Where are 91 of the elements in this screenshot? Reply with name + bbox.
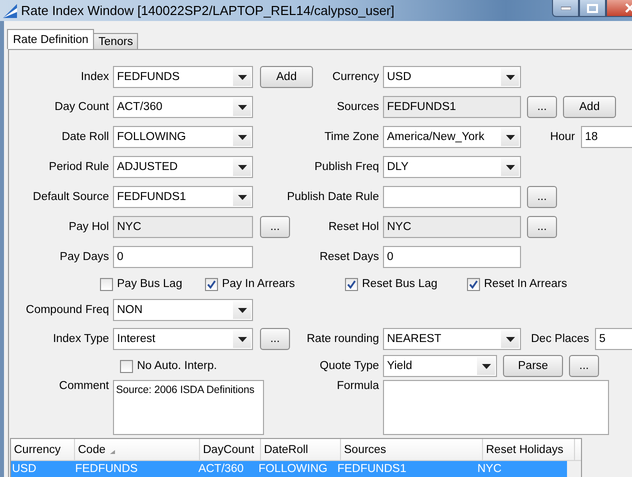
column-header[interactable]: Currency — [11, 439, 75, 460]
tab[interactable]: Rate Definition — [7, 29, 94, 49]
field-label: Period Rule — [48, 161, 109, 173]
dropdown[interactable]: Interest — [113, 328, 253, 350]
field-label: Dec Places — [531, 333, 590, 345]
field-label: Hour — [550, 131, 575, 143]
minimize-button[interactable] — [552, 0, 579, 17]
field-label: Rate rounding — [306, 333, 379, 345]
dropdown-arrow-icon — [238, 164, 246, 170]
field-label: Currency — [332, 71, 379, 83]
field-label: Formula — [336, 380, 379, 392]
dropdown-arrow-icon — [506, 336, 514, 342]
checkbox[interactable]: Reset Bus Lag — [345, 278, 467, 290]
check-icon — [347, 280, 356, 288]
field-label: Compound Freq — [26, 304, 109, 316]
browse-button[interactable]: ... — [260, 328, 290, 350]
browse-button[interactable]: ... — [260, 216, 290, 238]
input-field[interactable]: 18 — [581, 126, 632, 148]
checkbox[interactable]: Pay Bus Lag — [100, 278, 205, 290]
table-cell-text: ACT/360 — [197, 462, 245, 477]
browse-button[interactable]: ... — [527, 216, 557, 238]
input-field[interactable]: 0 — [383, 246, 521, 268]
maximize-button[interactable] — [579, 0, 606, 17]
app-icon — [3, 4, 17, 18]
input-field[interactable]: 0 — [113, 246, 253, 268]
field-label: Sources — [336, 101, 379, 113]
field-label: Index — [80, 71, 109, 83]
action-button[interactable]: Parse — [503, 355, 564, 377]
column-header[interactable]: Sources — [341, 439, 483, 460]
column-header[interactable]: Reset Holidays — [483, 439, 575, 460]
input-field[interactable]: 5 — [595, 328, 632, 350]
table-cell-text: NYC — [476, 462, 503, 477]
field-label: Publish Freq — [314, 161, 379, 173]
field-label: Comment — [59, 380, 109, 392]
window-title: Rate Index Window [140022SP2/LAPTOP_REL14/calypso_user] — [21, 3, 394, 18]
field-label: Quote Type — [320, 360, 379, 372]
dropdown[interactable]: Yield — [383, 355, 497, 377]
dropdown[interactable]: ACT/360 — [113, 96, 253, 118]
dropdown[interactable]: DLY — [383, 156, 521, 178]
field-label: Date Roll — [62, 131, 109, 143]
dropdown-arrow-icon — [506, 134, 514, 140]
dropdown[interactable]: ADJUSTED — [113, 156, 253, 178]
browse-button[interactable]: ... — [569, 355, 600, 377]
dropdown-arrow-icon — [238, 336, 246, 342]
input-field[interactable] — [383, 186, 521, 208]
dropdown[interactable]: NEAREST — [383, 328, 521, 350]
dropdown-arrow-icon — [238, 104, 246, 110]
sort-icon — [110, 450, 114, 454]
field-label: Reset Hol — [328, 221, 379, 233]
action-button[interactable]: Add — [563, 96, 616, 118]
field-label: Time Zone — [324, 131, 379, 143]
check-icon — [469, 280, 478, 288]
dropdown-arrow-icon — [238, 194, 246, 200]
column-header[interactable]: DateRoll — [261, 439, 341, 460]
dropdown[interactable]: USD — [383, 66, 521, 88]
table-cell-text: FOLLOWING — [257, 462, 328, 477]
dropdown-arrow-icon — [506, 164, 514, 170]
table-cell-text: FEDFUNDS1 — [336, 462, 408, 477]
checkbox[interactable]: No Auto. Interp. — [120, 360, 217, 372]
dropdown-arrow-icon — [238, 308, 246, 312]
dropdown[interactable]: FEDFUNDS — [113, 66, 253, 88]
dropdown-arrow-icon — [238, 134, 246, 140]
browse-button[interactable]: ... — [527, 186, 557, 208]
table-cell-text: USD — [11, 462, 38, 477]
dropdown-arrow-icon — [506, 74, 514, 80]
action-button[interactable]: Add — [260, 66, 313, 88]
dropdown-arrow-icon — [238, 74, 246, 80]
column-header[interactable]: Code — [75, 439, 200, 460]
field-label: Default Source — [32, 191, 109, 203]
field-label: Pay Days — [60, 251, 109, 263]
checkbox[interactable]: Pay In Arrears — [205, 278, 345, 290]
maximize-icon — [587, 4, 598, 12]
dropdown[interactable]: America/New_York — [383, 126, 521, 148]
field-label: Publish Date Rule — [286, 191, 379, 203]
minimize-icon — [560, 6, 570, 10]
field-label: Reset Days — [320, 251, 379, 263]
browse-button[interactable]: ... — [527, 96, 557, 118]
checkbox[interactable]: Reset In Arrears — [467, 278, 568, 290]
dropdown[interactable]: NON — [113, 299, 253, 321]
check-icon — [207, 280, 216, 288]
dropdown-arrow-icon — [482, 364, 490, 368]
tab[interactable]: Tenors — [93, 33, 138, 49]
dropdown[interactable]: FOLLOWING — [113, 126, 253, 148]
column-header[interactable]: DayCount — [200, 439, 261, 460]
table-cell-text: FEDFUNDS — [74, 462, 139, 477]
text-area[interactable]: Source: 2006 ISDA Definitions — [113, 380, 264, 435]
dropdown[interactable]: FEDFUNDS1 — [113, 186, 253, 208]
field-label: Day Count — [54, 101, 109, 113]
close-icon — [625, 3, 632, 13]
field-label: Pay Hol — [68, 221, 109, 233]
field-label: Index Type — [52, 333, 109, 345]
